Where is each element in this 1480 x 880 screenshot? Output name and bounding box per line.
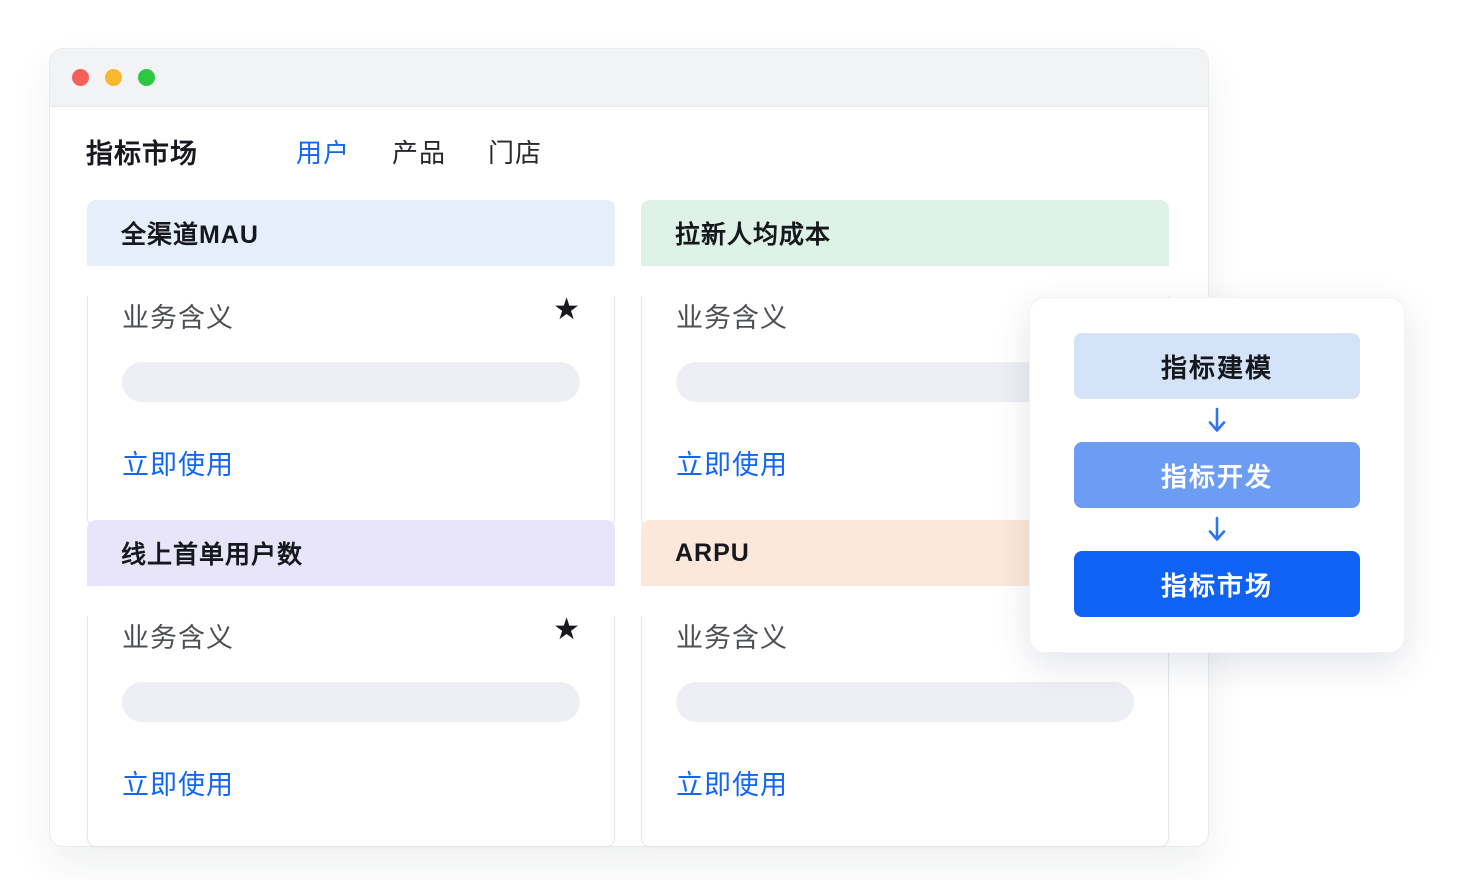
maximize-window-icon[interactable] — [138, 69, 155, 86]
workflow-popover: 指标建模 指标开发 指标市场 — [1029, 297, 1405, 653]
card-title: ARPU — [675, 539, 750, 568]
star-icon[interactable]: ★ — [553, 296, 580, 324]
minimize-window-icon[interactable] — [105, 69, 122, 86]
metric-card-mau: 全渠道MAU 业务含义 ★ 立即使用 — [87, 200, 615, 497]
flow-step-modeling: 指标建模 — [1074, 333, 1360, 399]
business-meaning-label: 业务含义 — [676, 296, 788, 335]
window-titlebar — [50, 49, 1208, 107]
placeholder-bar — [676, 682, 1134, 722]
use-now-link[interactable]: 立即使用 — [122, 443, 234, 482]
use-now-link[interactable]: 立即使用 — [676, 443, 788, 482]
arrow-down-icon — [1207, 508, 1227, 551]
card-body: 业务含义 ★ 立即使用 — [87, 296, 615, 527]
page-title: 指标市场 — [86, 132, 198, 171]
card-body: 业务含义 ★ 立即使用 — [87, 616, 615, 847]
card-header: 全渠道MAU — [87, 200, 615, 266]
card-header: 线上首单用户数 — [87, 520, 615, 586]
card-header: 拉新人均成本 — [641, 200, 1169, 266]
business-meaning-label: 业务含义 — [122, 296, 234, 335]
card-title: 全渠道MAU — [121, 215, 259, 251]
placeholder-bar — [122, 682, 580, 722]
business-meaning-label: 业务含义 — [122, 616, 234, 655]
tab-stores[interactable]: 门店 — [488, 133, 542, 170]
arrow-down-icon — [1207, 399, 1227, 442]
tab-products[interactable]: 产品 — [392, 133, 446, 170]
placeholder-bar — [122, 362, 580, 402]
star-icon[interactable]: ★ — [553, 616, 580, 644]
tab-users[interactable]: 用户 — [296, 133, 350, 170]
page-header: 指标市场 用户 产品 门店 — [86, 133, 542, 169]
flow-step-development: 指标开发 — [1074, 442, 1360, 508]
flow-step-market: 指标市场 — [1074, 551, 1360, 617]
page: 指标市场 用户 产品 门店 全渠道MAU 业务含义 ★ 立即使用 — [0, 0, 1480, 880]
metric-card-grid: 全渠道MAU 业务含义 ★ 立即使用 拉新人均成本 业务含义 — [87, 200, 1169, 817]
card-title: 线上首单用户数 — [121, 535, 303, 571]
close-window-icon[interactable] — [72, 69, 89, 86]
tab-bar: 用户 产品 门店 — [296, 133, 542, 170]
business-meaning-label: 业务含义 — [676, 616, 788, 655]
card-title: 拉新人均成本 — [675, 215, 831, 251]
use-now-link[interactable]: 立即使用 — [122, 763, 234, 802]
use-now-link[interactable]: 立即使用 — [676, 763, 788, 802]
metric-card-first-order-users: 线上首单用户数 业务含义 ★ 立即使用 — [87, 520, 615, 817]
